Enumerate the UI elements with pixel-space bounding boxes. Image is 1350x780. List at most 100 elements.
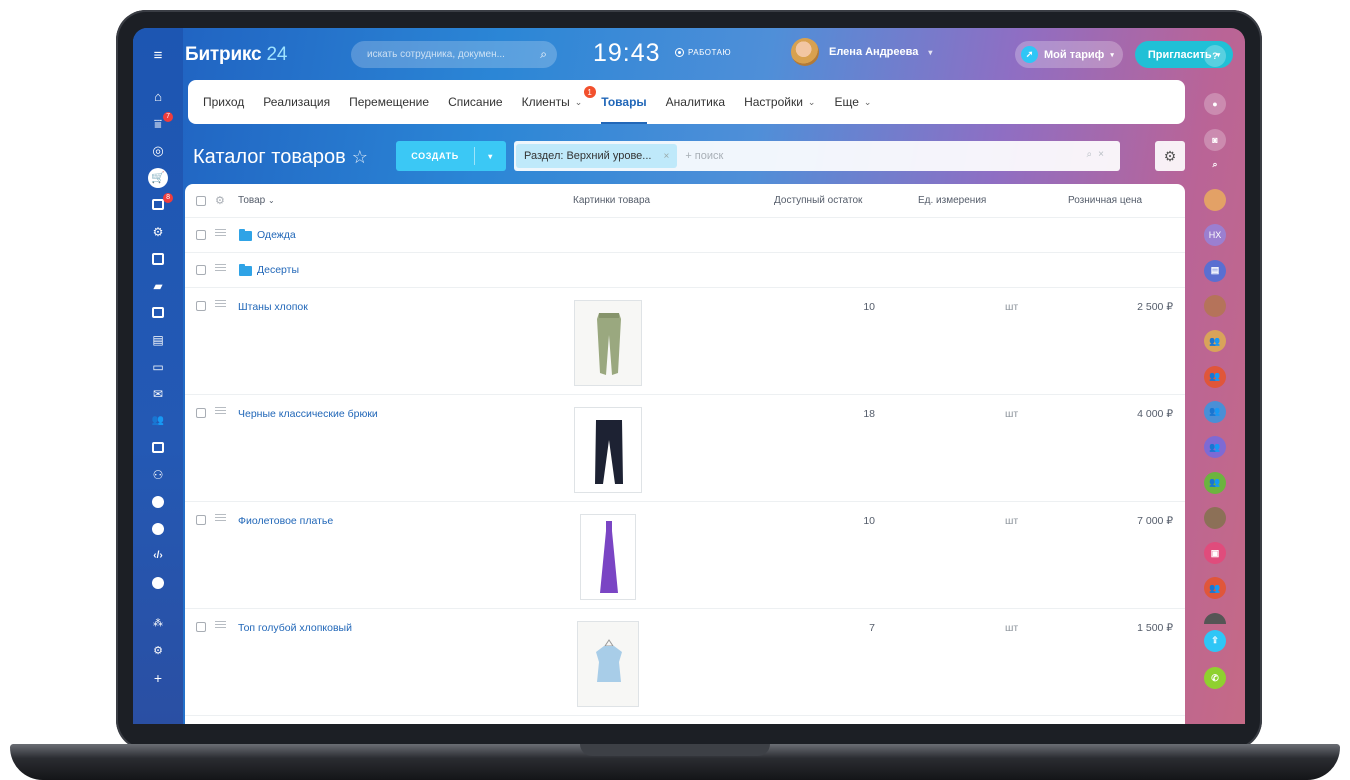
create-dropdown-icon[interactable]: ▾	[475, 152, 506, 161]
column-pictures[interactable]: Картинки товара	[573, 195, 650, 206]
product-row[interactable]: Топ голубой хлопковый 7 шт 1 500 ₽	[185, 609, 1185, 716]
package-icon[interactable]	[133, 515, 183, 542]
plus-icon[interactable]: +	[133, 664, 183, 691]
search-clear-icons[interactable]: ⌕×	[1087, 149, 1110, 160]
group-chat-icon[interactable]: ▤	[1204, 259, 1226, 282]
select-all-checkbox[interactable]	[196, 195, 206, 206]
work-status[interactable]: РАБОТАЮ	[675, 48, 731, 57]
tasks-badge: 8	[163, 193, 173, 203]
product-image[interactable]	[574, 300, 642, 386]
drag-handle-icon[interactable]	[215, 621, 227, 628]
document-icon[interactable]: ▤	[133, 326, 183, 353]
phone-out-icon[interactable]: ⇪	[1204, 629, 1226, 652]
product-row[interactable]: Черные классические брюки 18 шт 4 000 ₽	[185, 395, 1185, 502]
search-icon[interactable]: ⌕	[1204, 154, 1226, 176]
product-name[interactable]: Штаны хлопок	[238, 301, 308, 313]
drag-handle-icon[interactable]	[215, 264, 227, 271]
filter-chip[interactable]: Раздел: Верхний урове... ×	[516, 144, 678, 168]
gear-cluster-icon[interactable]: ⚙	[133, 218, 183, 245]
tab-7[interactable]: Настройки ⌄	[744, 80, 834, 124]
tariff-button[interactable]: ➚ Мой тариф ▾	[1015, 41, 1123, 68]
chip-close-icon[interactable]: ×	[663, 151, 669, 162]
folder-name[interactable]: Одежда	[257, 229, 296, 241]
avatar[interactable]	[1204, 189, 1226, 212]
drag-handle-icon[interactable]	[215, 514, 227, 521]
call-icon[interactable]: ✆	[1204, 667, 1226, 690]
row-checkbox[interactable]	[196, 515, 206, 525]
cart-icon[interactable]: 🛒	[133, 164, 183, 191]
avatar[interactable]	[1204, 506, 1226, 529]
tasks-icon[interactable]: 8	[133, 191, 183, 218]
contact-card-icon[interactable]	[133, 434, 183, 461]
user-menu[interactable]: Елена Андреева ▾	[791, 38, 932, 66]
chat-bubble-icon[interactable]: ◙	[1204, 128, 1226, 151]
card-icon[interactable]: ▣	[1204, 542, 1226, 565]
users-icon[interactable]: 👥	[1204, 577, 1226, 600]
contact-initials[interactable]: НХ	[1204, 224, 1226, 247]
tab-6[interactable]: Аналитика	[666, 80, 744, 124]
calculator-icon[interactable]	[133, 245, 183, 272]
folder-row[interactable]: Одежда	[185, 218, 1185, 253]
row-checkbox[interactable]	[196, 408, 206, 418]
drag-handle-icon[interactable]	[215, 229, 227, 236]
drag-handle-icon[interactable]	[215, 300, 227, 307]
grid-settings-button[interactable]: ⚙	[1155, 141, 1185, 171]
product-name[interactable]: Фиолетовое платье	[238, 515, 333, 527]
avatar[interactable]	[1204, 295, 1226, 318]
column-stock[interactable]: Доступный остаток	[774, 195, 862, 206]
drive-icon[interactable]: ▭	[133, 353, 183, 380]
tab-3[interactable]: Списание	[448, 80, 522, 124]
mail-icon[interactable]: ✉	[133, 380, 183, 407]
filter-search-input[interactable]: Раздел: Верхний урове... × + поиск ⌕×	[514, 141, 1120, 171]
users-icon[interactable]: 👥	[1204, 471, 1226, 494]
column-settings-icon[interactable]: ⚙	[215, 194, 227, 207]
column-unit[interactable]: Ед. измерения	[918, 195, 986, 206]
row-checkbox[interactable]	[196, 301, 206, 311]
home-icon[interactable]: ⌂	[133, 83, 183, 110]
tab-1[interactable]: Реализация	[263, 80, 349, 124]
row-checkbox[interactable]	[196, 622, 206, 632]
product-name[interactable]: Черные классические брюки	[238, 408, 378, 420]
users-icon[interactable]: 👥	[1204, 400, 1226, 423]
product-image[interactable]	[580, 514, 636, 600]
calendar-icon[interactable]	[133, 299, 183, 326]
settings-icon[interactable]: ⚙	[133, 637, 183, 664]
menu-icon[interactable]: ≡	[133, 42, 183, 69]
tab-5[interactable]: Товары	[601, 80, 665, 124]
sitemap-icon[interactable]: ⁂	[133, 610, 183, 637]
drag-handle-icon[interactable]	[215, 407, 227, 414]
product-name[interactable]: Топ голубой хлопковый	[238, 622, 352, 634]
star-icon[interactable]: ☆	[352, 147, 368, 168]
tab-0[interactable]: Приход	[203, 80, 263, 124]
tab-2[interactable]: Перемещение	[349, 80, 448, 124]
more-icon[interactable]	[133, 569, 183, 596]
product-row[interactable]: Штаны хлопок 10 шт 2 500 ₽	[185, 288, 1185, 395]
users-icon[interactable]: 👥	[1204, 330, 1226, 353]
robot-icon[interactable]: ⚇	[133, 461, 183, 488]
column-name[interactable]: Товар ⌄	[238, 195, 275, 206]
bell-icon[interactable]: ●	[1204, 93, 1226, 116]
row-checkbox[interactable]	[196, 265, 206, 275]
tab-4[interactable]: Клиенты ⌄ 1	[522, 80, 602, 124]
box-icon[interactable]	[133, 488, 183, 515]
product-row[interactable]: Фиолетовое платье 10 шт 7 000 ₽	[185, 502, 1185, 609]
group-icon[interactable]: 👥	[133, 407, 183, 434]
product-image[interactable]	[577, 621, 639, 707]
avatar[interactable]	[1204, 612, 1226, 624]
help-icon[interactable]: ?	[1204, 45, 1226, 67]
code-icon[interactable]: ‹/›	[133, 542, 183, 569]
users-icon[interactable]: 👥	[1204, 365, 1226, 388]
filter-icon[interactable]: ⩸ 7	[133, 110, 183, 137]
folder-row[interactable]: Десерты	[185, 253, 1185, 288]
tab-8[interactable]: Еще ⌄	[834, 80, 890, 124]
folder-name[interactable]: Десерты	[257, 264, 299, 276]
app-logo[interactable]: Битрикс 24	[185, 44, 287, 66]
global-search-input[interactable]: искать сотрудника, докумен... ⌕	[351, 41, 557, 68]
row-checkbox[interactable]	[196, 230, 206, 240]
column-price[interactable]: Розничная цена	[1068, 195, 1142, 206]
users-icon[interactable]: 👥	[1204, 436, 1226, 459]
product-image[interactable]	[574, 407, 642, 493]
create-button[interactable]: СОЗДАТЬ ▾	[396, 141, 506, 171]
target-icon[interactable]: ◎	[133, 137, 183, 164]
chat-icon[interactable]: ▰	[133, 272, 183, 299]
